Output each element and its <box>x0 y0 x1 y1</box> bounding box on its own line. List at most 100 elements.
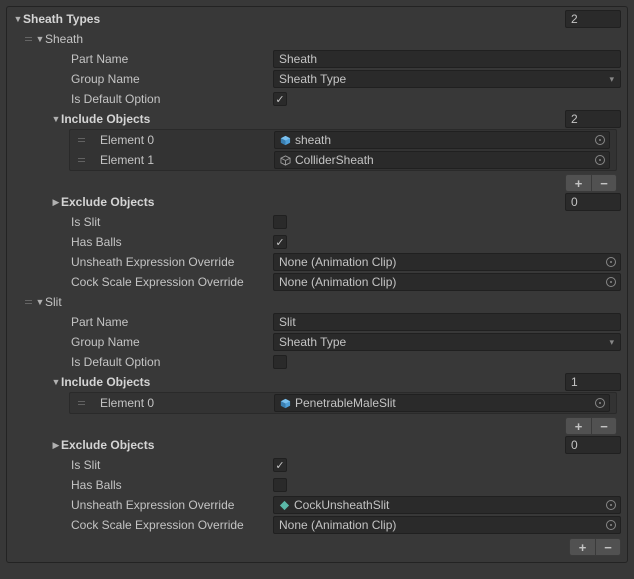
foldout-icon[interactable]: ▼ <box>51 114 61 124</box>
part-name-row: Part Name Slit <box>7 312 627 332</box>
foldout-icon[interactable]: ▶ <box>51 197 61 208</box>
inspector-panel: ▼ Sheath Types 2 ▼ Sheath Part Name Shea… <box>6 6 628 563</box>
group-name-dropdown[interactable]: Sheath Type <box>273 333 621 351</box>
has-balls-row: Has Balls ✓ <box>7 232 627 252</box>
field-label: Cock Scale Expression Override <box>71 275 244 289</box>
field-label: Is Slit <box>71 458 100 472</box>
is-default-checkbox[interactable]: ✓ <box>273 92 287 106</box>
add-button[interactable]: + <box>569 538 595 556</box>
sheath-types-header[interactable]: ▼ Sheath Types 2 <box>7 9 627 29</box>
field-label: Has Balls <box>71 478 122 492</box>
object-field[interactable]: None (Animation Clip) <box>273 253 621 271</box>
field-label: Group Name <box>71 335 140 349</box>
array-item-header[interactable]: ▼ Sheath <box>7 29 627 49</box>
field-label: Is Default Option <box>71 355 160 369</box>
is-slit-checkbox[interactable] <box>273 215 287 229</box>
exclude-objects-header[interactable]: ▶ Exclude Objects 0 <box>7 435 627 455</box>
exclude-objects-header[interactable]: ▶ Exclude Objects 0 <box>7 192 627 212</box>
is-slit-checkbox[interactable]: ✓ <box>273 458 287 472</box>
object-field[interactable]: ColliderSheath <box>274 151 610 169</box>
include-objects-header[interactable]: ▼ Include Objects 1 <box>7 372 627 392</box>
group-name-dropdown[interactable]: Sheath Type <box>273 70 621 88</box>
group-name-row: Group Name Sheath Type <box>7 69 627 89</box>
field-label: Exclude Objects <box>61 195 154 209</box>
field-label: Group Name <box>71 72 140 86</box>
array-size-field[interactable]: 2 <box>565 110 621 128</box>
has-balls-checkbox[interactable] <box>273 478 287 492</box>
field-label: Element 0 <box>100 396 154 410</box>
item-name: Slit <box>45 295 62 309</box>
object-field[interactable]: None (Animation Clip) <box>273 273 621 291</box>
has-balls-row: Has Balls <box>7 475 627 495</box>
field-label: Has Balls <box>71 235 122 249</box>
array-size-field[interactable]: 1 <box>565 373 621 391</box>
field-label: Cock Scale Expression Override <box>71 518 244 532</box>
has-balls-checkbox[interactable]: ✓ <box>273 235 287 249</box>
foldout-icon[interactable]: ▼ <box>35 297 45 307</box>
field-label: Is Slit <box>71 215 100 229</box>
foldout-icon[interactable]: ▼ <box>13 14 23 24</box>
array-footer-buttons: + − <box>7 535 627 556</box>
scale-override-row: Cock Scale Expression Override None (Ani… <box>7 272 627 292</box>
object-picker-icon[interactable] <box>595 398 605 408</box>
part-name-input[interactable]: Sheath <box>273 50 621 68</box>
object-picker-icon[interactable] <box>606 277 616 287</box>
drag-handle-icon[interactable] <box>76 401 86 405</box>
foldout-icon[interactable]: ▼ <box>51 377 61 387</box>
unsheath-override-row: Unsheath Expression Override CockUnsheat… <box>7 495 627 515</box>
field-label: Element 0 <box>100 133 154 147</box>
list-item[interactable]: Element 0 sheath <box>70 130 616 150</box>
is-default-row: Is Default Option ✓ <box>7 89 627 109</box>
array-item-header[interactable]: ▼ Slit <box>7 292 627 312</box>
field-label: Unsheath Expression Override <box>71 255 234 269</box>
foldout-icon[interactable]: ▼ <box>35 34 45 44</box>
scale-override-row: Cock Scale Expression Override None (Ani… <box>7 515 627 535</box>
field-label: Part Name <box>71 315 128 329</box>
field-label: Is Default Option <box>71 92 160 106</box>
include-objects-list: Element 0 PenetrableMaleSlit <box>69 392 617 414</box>
is-default-checkbox[interactable] <box>273 355 287 369</box>
is-slit-row: Is Slit ✓ <box>7 455 627 475</box>
object-field[interactable]: PenetrableMaleSlit <box>274 394 610 412</box>
is-default-row: Is Default Option <box>7 352 627 372</box>
field-label: Part Name <box>71 52 128 66</box>
add-button[interactable]: + <box>565 417 591 435</box>
field-label: Unsheath Expression Override <box>71 498 234 512</box>
drag-handle-icon[interactable] <box>76 138 86 142</box>
object-picker-icon[interactable] <box>606 257 616 267</box>
drag-handle-icon[interactable] <box>23 300 33 304</box>
unsheath-override-row: Unsheath Expression Override None (Anima… <box>7 252 627 272</box>
drag-handle-icon[interactable] <box>23 37 33 41</box>
list-item[interactable]: Element 1 ColliderSheath <box>70 150 616 170</box>
object-picker-icon[interactable] <box>595 155 605 165</box>
remove-button[interactable]: − <box>591 174 617 192</box>
drag-handle-icon[interactable] <box>76 158 86 162</box>
object-field[interactable]: CockUnsheathSlit <box>273 496 621 514</box>
is-slit-row: Is Slit <box>7 212 627 232</box>
object-picker-icon[interactable] <box>595 135 605 145</box>
field-label: Include Objects <box>61 112 150 126</box>
field-label: Include Objects <box>61 375 150 389</box>
include-objects-header[interactable]: ▼ Include Objects 2 <box>7 109 627 129</box>
object-field[interactable]: None (Animation Clip) <box>273 516 621 534</box>
header-title: Sheath Types <box>23 12 100 26</box>
item-name: Sheath <box>45 32 83 46</box>
object-picker-icon[interactable] <box>606 500 616 510</box>
remove-button[interactable]: − <box>591 417 617 435</box>
array-size-field[interactable]: 2 <box>565 10 621 28</box>
field-label: Exclude Objects <box>61 438 154 452</box>
part-name-row: Part Name Sheath <box>7 49 627 69</box>
object-picker-icon[interactable] <box>606 520 616 530</box>
add-button[interactable]: + <box>565 174 591 192</box>
field-label: Element 1 <box>100 153 154 167</box>
object-field[interactable]: sheath <box>274 131 610 149</box>
group-name-row: Group Name Sheath Type <box>7 332 627 352</box>
include-list-buttons: + − <box>7 171 627 192</box>
array-size-field[interactable]: 0 <box>565 436 621 454</box>
foldout-icon[interactable]: ▶ <box>51 440 61 451</box>
remove-button[interactable]: − <box>595 538 621 556</box>
include-objects-list: Element 0 sheath Element 1 ColliderSheat… <box>69 129 617 171</box>
part-name-input[interactable]: Slit <box>273 313 621 331</box>
array-size-field[interactable]: 0 <box>565 193 621 211</box>
list-item[interactable]: Element 0 PenetrableMaleSlit <box>70 393 616 413</box>
